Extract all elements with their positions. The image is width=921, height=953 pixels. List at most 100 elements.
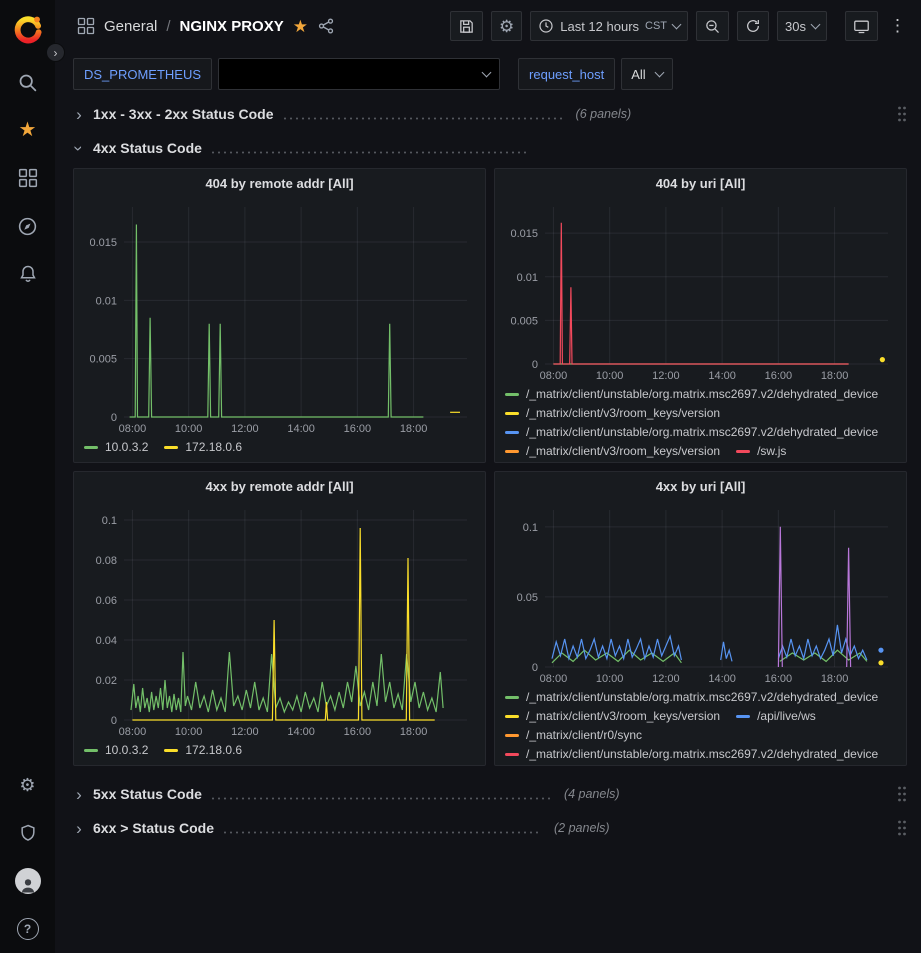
help-icon[interactable]: ? [0,905,55,953]
row-drag-handle[interactable] [897,786,907,802]
legend-item[interactable]: /_matrix/client/unstable/org.matrix.msc2… [505,386,878,403]
panel-title[interactable]: 4xx by uri [All] [495,472,906,500]
legend-item[interactable]: 172.18.0.6 [164,439,242,456]
svg-text:16:00: 16:00 [765,673,793,685]
top-navbar: General / NGINX PROXY ★ ⚙ Last 12 hours … [55,0,921,52]
legend-label: /_matrix/client/v3/room_keys/version [526,405,720,422]
svg-text:10:00: 10:00 [596,673,624,685]
time-series-chart[interactable]: 08:0010:0012:0014:0016:0018:0000.0050.01… [80,197,479,437]
time-series-chart[interactable]: 08:0010:0012:0014:0016:0018:0000.0050.01… [501,197,900,384]
series-color-marker [505,393,519,396]
legend-item[interactable]: /sw.js [736,443,786,460]
svg-text:10:00: 10:00 [596,370,624,382]
save-dashboard-button[interactable] [450,11,483,41]
explore-compass-icon[interactable] [0,202,55,250]
chevron-right-icon: › [73,786,85,803]
row-6xx-status-code[interactable]: › 6xx > Status Code (2 panels) [73,814,907,842]
chevron-down-icon [654,68,664,78]
series-color-marker [736,450,750,453]
legend-item[interactable]: /_matrix/client/v3/room_keys/version [505,405,720,422]
tv-mode-button[interactable] [845,11,878,41]
legend-item[interactable]: /_matrix/client/unstable/org.matrix.msc2… [505,424,878,441]
svg-text:0.08: 0.08 [96,555,117,567]
chevron-down-icon: › [71,142,88,154]
row-1xx-3xx-2xx-status-code[interactable]: › 1xx - 3xx - 2xx Status Code (6 panels) [73,100,907,128]
row-drag-handle[interactable] [897,820,907,836]
svg-text:12:00: 12:00 [231,423,259,435]
time-series-chart[interactable]: 08:0010:0012:0014:0016:0018:0000.020.040… [80,500,479,740]
svg-text:0.05: 0.05 [517,592,538,604]
dashboard-settings-button[interactable]: ⚙ [491,11,522,41]
legend-item[interactable]: /_matrix/client/v3/room_keys/version [505,443,720,460]
request-host-variable-label[interactable]: request_host [518,58,615,90]
search-icon[interactable] [0,58,55,106]
panel-title[interactable]: 404 by uri [All] [495,169,906,197]
chevron-down-icon [482,68,492,78]
refresh-interval-picker[interactable]: 30s [777,11,827,41]
legend-item[interactable]: 10.0.3.2 [84,439,148,456]
series-color-marker [164,446,178,449]
grafana-logo[interactable] [10,10,46,46]
time-range-picker[interactable]: Last 12 hours CST [530,11,688,41]
more-options-icon[interactable]: ⋮ [886,16,909,36]
panel-title[interactable]: 4xx by remote addr [All] [74,472,485,500]
dotted-leader [222,831,542,834]
svg-text:0: 0 [532,662,538,674]
admin-shield-icon[interactable] [0,809,55,857]
legend-item[interactable]: /api/live/ws [736,708,816,725]
settings-gear-icon[interactable]: ⚙ [0,761,55,809]
row-4xx-status-code[interactable]: › 4xx Status Code [73,134,907,162]
chart-legend: /_matrix/client/unstable/org.matrix.msc2… [495,384,906,462]
svg-text:10:00: 10:00 [175,726,203,738]
alerting-bell-icon[interactable] [0,250,55,298]
svg-text:0: 0 [111,715,117,727]
page-title[interactable]: NGINX PROXY [180,18,284,35]
series-color-marker [84,446,98,449]
panel-4xx-by-remote-addr: 4xx by remote addr [All] 08:0010:0012:00… [73,471,486,766]
svg-text:0.1: 0.1 [523,522,538,534]
dashboards-icon[interactable] [0,154,55,202]
zoom-out-button[interactable] [696,11,729,41]
legend-item[interactable]: /_matrix/client/unstable/org.matrix.msc2… [505,689,878,706]
legend-label: 172.18.0.6 [185,439,242,456]
panel-title[interactable]: 404 by remote addr [All] [74,169,485,197]
legend-item[interactable]: 172.18.0.6 [164,742,242,759]
panel-404-by-uri: 404 by uri [All] 08:0010:0012:0014:0016:… [494,168,907,463]
row-5xx-status-code[interactable]: › 5xx Status Code (4 panels) [73,780,907,808]
avatar[interactable] [0,857,55,905]
request-host-variable-value[interactable]: All [621,58,672,90]
series-color-marker [505,715,519,718]
svg-text:08:00: 08:00 [540,673,568,685]
legend-item[interactable]: /_matrix/client/unstable/org.matrix.msc2… [505,746,878,763]
svg-text:0.015: 0.015 [89,237,117,249]
row-drag-handle[interactable] [897,106,907,122]
time-series-chart[interactable]: 08:0010:0012:0014:0016:0018:0000.050.1 [501,500,900,687]
sidebar-expand-button[interactable]: › [46,43,65,62]
datasource-variable-label[interactable]: DS_PROMETHEUS [73,58,212,90]
legend-label: /_matrix/client/unstable/org.matrix.msc2… [526,386,878,403]
svg-text:08:00: 08:00 [119,423,147,435]
legend-item[interactable]: 10.0.3.2 [84,742,148,759]
starred-dashboards-icon[interactable]: ★ [0,106,55,154]
favorite-star-icon[interactable]: ★ [293,18,308,35]
svg-text:08:00: 08:00 [540,370,568,382]
row-title: 1xx - 3xx - 2xx Status Code [93,106,274,122]
legend-item[interactable]: /_matrix/client/v3/room_keys/version [505,708,720,725]
svg-text:12:00: 12:00 [652,370,680,382]
svg-text:18:00: 18:00 [821,370,849,382]
datasource-variable-value[interactable] [218,58,500,90]
svg-text:12:00: 12:00 [652,673,680,685]
series-color-marker [84,749,98,752]
share-icon[interactable] [317,17,335,35]
svg-text:0.005: 0.005 [510,315,538,327]
variables-bar: DS_PROMETHEUS request_host All [55,52,921,100]
svg-text:0.01: 0.01 [517,272,538,284]
breadcrumb-section[interactable]: General [104,18,157,35]
refresh-button[interactable] [737,11,769,41]
dotted-leader [282,117,564,120]
request-host-selected: All [631,67,645,82]
legend-item[interactable]: /_matrix/client/r0/sync [505,727,642,744]
series-color-marker [505,734,519,737]
svg-text:0.015: 0.015 [510,228,538,240]
svg-text:0.1: 0.1 [102,515,117,527]
